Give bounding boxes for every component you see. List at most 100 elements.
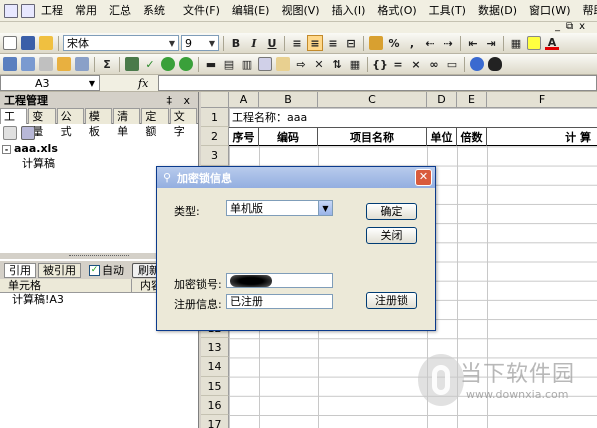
qq-icon[interactable]: [487, 56, 503, 72]
print-icon[interactable]: [21, 125, 35, 140]
tool-l-icon[interactable]: =: [390, 56, 406, 72]
menu-summary[interactable]: 汇总: [103, 1, 137, 21]
ok-button[interactable]: 确定: [366, 203, 417, 220]
header-item-name[interactable]: 项目名称: [318, 127, 427, 146]
align-center-icon[interactable]: ≡: [307, 35, 323, 51]
tool-m-icon[interactable]: ▭: [444, 56, 460, 72]
row-header[interactable]: 16: [201, 395, 229, 415]
delete-icon[interactable]: ✕: [311, 56, 327, 72]
row-header[interactable]: 2: [201, 127, 229, 147]
italic-button[interactable]: I: [246, 35, 262, 51]
tab-formula[interactable]: 公式: [56, 108, 84, 138]
name-box[interactable]: A3 ▼: [0, 75, 100, 91]
tab-template[interactable]: 模板: [84, 108, 113, 138]
comma-button[interactable]: ,: [404, 35, 420, 51]
col-header-c[interactable]: C: [318, 92, 427, 108]
tree-root[interactable]: - aaa.xls: [0, 141, 198, 156]
menu-format[interactable]: 格式(O): [371, 1, 422, 21]
tab-variable[interactable]: 变量: [28, 108, 56, 138]
tool-e-icon[interactable]: [74, 56, 90, 72]
header-code[interactable]: 编码: [259, 127, 318, 146]
tab-list[interactable]: 清单: [113, 108, 141, 138]
new-item-icon[interactable]: [3, 125, 17, 140]
tab-project[interactable]: 工程: [0, 108, 28, 138]
font-size-select[interactable]: 9 ▼: [181, 35, 219, 51]
increase-indent-icon[interactable]: ⇥: [483, 35, 499, 51]
tool-c-icon[interactable]: [38, 56, 54, 72]
link-icon[interactable]: ∞: [426, 56, 442, 72]
save-icon[interactable]: [20, 35, 36, 51]
font-color-icon[interactable]: A: [544, 35, 560, 51]
col-header-d[interactable]: D: [427, 92, 457, 108]
tab-quota[interactable]: 定额: [141, 108, 169, 138]
row-header[interactable]: 13: [201, 338, 229, 358]
tab-referenced-by[interactable]: 被引用: [38, 262, 81, 278]
fx-label[interactable]: fx: [138, 77, 156, 90]
header-calc[interactable]: 计 算: [487, 127, 597, 146]
currency-icon[interactable]: [368, 35, 384, 51]
align-left-icon[interactable]: ≡: [289, 35, 305, 51]
dialog-title-bar[interactable]: ⚲ 加密锁信息 ✕: [157, 167, 435, 188]
header-seq[interactable]: 序号: [229, 127, 259, 146]
row-header[interactable]: 3: [201, 146, 229, 166]
fill-color-icon[interactable]: [526, 35, 542, 51]
header-multiple[interactable]: 倍数: [457, 127, 487, 146]
tool-i-icon[interactable]: ▥: [239, 56, 255, 72]
paste-icon[interactable]: [275, 56, 291, 72]
menu-file[interactable]: 文件(F): [177, 1, 226, 21]
menu-common[interactable]: 常用: [69, 1, 103, 21]
bold-button[interactable]: B: [228, 35, 244, 51]
close-icon[interactable]: ✕: [415, 169, 432, 186]
minimize-button[interactable]: _: [555, 22, 560, 33]
col-header-b[interactable]: B: [259, 92, 318, 108]
col-header-f[interactable]: F: [487, 92, 597, 108]
panel-controls[interactable]: ‡ x: [166, 94, 194, 107]
row-header[interactable]: 15: [201, 376, 229, 396]
auto-checkbox[interactable]: ✓ 自动: [89, 262, 124, 278]
menu-insert[interactable]: 插入(I): [326, 1, 372, 21]
percent-button[interactable]: %: [386, 35, 402, 51]
tool-f-icon[interactable]: [124, 56, 140, 72]
collapse-icon[interactable]: -: [2, 144, 11, 154]
tab-references[interactable]: 引用: [4, 262, 36, 278]
formula-input[interactable]: [158, 75, 597, 91]
registration-field[interactable]: 已注册: [226, 294, 333, 309]
tool-b-icon[interactable]: [20, 56, 36, 72]
underline-button[interactable]: U: [264, 35, 280, 51]
help-icon[interactable]: [469, 56, 485, 72]
col-header-a[interactable]: A: [229, 92, 259, 108]
menu-view[interactable]: 视图(V): [275, 1, 325, 21]
register-button[interactable]: 注册锁: [366, 292, 417, 309]
tool-g-icon[interactable]: ▬: [203, 56, 219, 72]
menu-data[interactable]: 数据(D): [472, 1, 523, 21]
type-select[interactable]: 单机版 ▼: [226, 200, 333, 216]
corner-cell[interactable]: [201, 92, 229, 108]
font-name-select[interactable]: 宋体 ▼: [63, 35, 179, 51]
row-header[interactable]: 1: [201, 108, 229, 128]
menu-help[interactable]: 帮助(H): [577, 1, 597, 21]
open-icon[interactable]: [38, 35, 54, 51]
multiply-icon[interactable]: ×: [408, 56, 424, 72]
merge-center-icon[interactable]: ⊟: [343, 35, 359, 51]
sum-button[interactable]: Σ: [99, 56, 115, 72]
sort-icon[interactable]: ⇅: [329, 56, 345, 72]
go-green-icon[interactable]: [160, 56, 176, 72]
increase-decimal-icon[interactable]: ⇠: [422, 35, 438, 51]
row-header[interactable]: 17: [201, 415, 229, 428]
close-window-button[interactable]: x: [579, 22, 585, 33]
row-header[interactable]: 14: [201, 357, 229, 377]
menu-edit[interactable]: 编辑(E): [226, 1, 276, 21]
tool-a-icon[interactable]: [2, 56, 18, 72]
menu-project[interactable]: 工程: [35, 1, 69, 21]
restore-button[interactable]: ⧉: [566, 22, 573, 33]
tool-k-icon[interactable]: {}: [372, 56, 388, 72]
menu-window[interactable]: 窗口(W): [523, 1, 576, 21]
tool-d-icon[interactable]: [56, 56, 72, 72]
go-green-2-icon[interactable]: [178, 56, 194, 72]
project-name-cell[interactable]: 工程名称：aaa: [230, 109, 597, 127]
decrease-indent-icon[interactable]: ⇤: [465, 35, 481, 51]
check-icon[interactable]: ✓: [142, 56, 158, 72]
table-icon[interactable]: ▦: [347, 56, 363, 72]
copy-icon[interactable]: [257, 56, 273, 72]
tab-text[interactable]: 文字: [169, 108, 197, 138]
